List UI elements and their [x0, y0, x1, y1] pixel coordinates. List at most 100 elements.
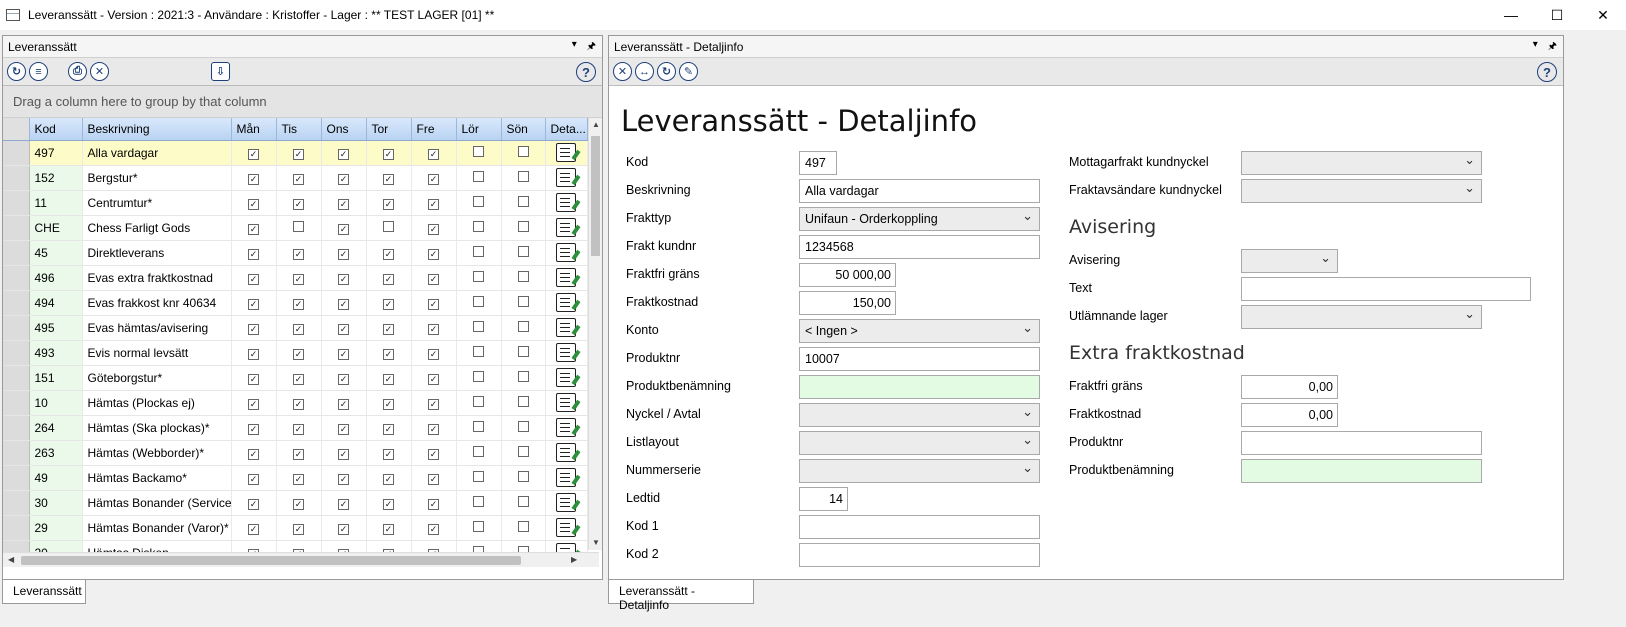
- column-header[interactable]: Beskrivning: [82, 118, 232, 141]
- konto-dropdown[interactable]: < Ingen >: [799, 319, 1040, 343]
- day-checkbox[interactable]: [473, 295, 484, 307]
- day-checkbox[interactable]: [517, 195, 529, 207]
- day-checkbox[interactable]: [473, 520, 484, 532]
- day-checkbox[interactable]: ✓: [293, 273, 304, 285]
- table-row[interactable]: 496 Evas extra fraktkostnad ✓ ✓ ✓ ✓ ✓: [3, 265, 588, 291]
- row-selector[interactable]: [3, 240, 30, 266]
- day-checkbox[interactable]: ✓: [428, 248, 439, 260]
- day-checkbox[interactable]: ✓: [428, 398, 439, 410]
- day-checkbox[interactable]: ✓: [293, 198, 304, 210]
- day-checkbox[interactable]: ✓: [338, 323, 349, 335]
- frakttyp-dropdown[interactable]: Unifaun - Orderkoppling: [799, 207, 1040, 231]
- day-checkbox[interactable]: ✓: [383, 523, 394, 535]
- day-checkbox[interactable]: [517, 520, 529, 532]
- day-checkbox[interactable]: [473, 495, 484, 507]
- cell-kod[interactable]: 45: [29, 240, 83, 266]
- pane-menu-icon[interactable]: ▾: [1533, 39, 1538, 56]
- table-row[interactable]: 495 Evas hämtas/avisering ✓ ✓ ✓ ✓ ✓: [3, 315, 588, 341]
- extra-fraktkostnad-field[interactable]: 0,00: [1241, 403, 1338, 427]
- cell-beskrivning[interactable]: Bergstur*: [82, 165, 232, 191]
- day-checkbox[interactable]: ✓: [338, 223, 349, 235]
- edit-detail-icon[interactable]: [556, 167, 576, 187]
- help-icon[interactable]: ?: [576, 62, 596, 82]
- cell-kod[interactable]: 264: [29, 415, 83, 441]
- day-checkbox[interactable]: ✓: [428, 523, 439, 535]
- horizontal-scrollbar[interactable]: ◀ ▶: [3, 552, 599, 567]
- cell-kod[interactable]: CHE: [29, 215, 83, 241]
- day-checkbox[interactable]: [517, 395, 529, 407]
- day-checkbox[interactable]: ✓: [428, 473, 439, 485]
- cell-kod[interactable]: 11: [29, 190, 83, 216]
- day-checkbox[interactable]: [517, 345, 529, 357]
- split-view-icon[interactable]: ↔: [635, 62, 654, 81]
- row-selector[interactable]: [3, 390, 30, 416]
- day-checkbox[interactable]: ✓: [428, 148, 439, 160]
- day-checkbox[interactable]: [517, 470, 529, 482]
- day-checkbox[interactable]: ✓: [248, 373, 259, 385]
- tab-leveranssatt[interactable]: Leveranssätt: [2, 580, 86, 604]
- day-checkbox[interactable]: ✓: [428, 298, 439, 310]
- avisering-dropdown[interactable]: [1241, 249, 1338, 273]
- excel-export-icon[interactable]: ✕: [90, 62, 109, 81]
- table-row[interactable]: 45 Direktleverans ✓ ✓ ✓ ✓ ✓: [3, 240, 588, 266]
- fraktkostnad-field[interactable]: 150,00: [799, 291, 896, 315]
- day-checkbox[interactable]: ✓: [428, 323, 439, 335]
- pin-icon[interactable]: 🖈: [1548, 39, 1557, 56]
- day-checkbox[interactable]: ✓: [293, 348, 304, 360]
- column-header[interactable]: Tis: [276, 118, 322, 141]
- day-checkbox[interactable]: ✓: [338, 398, 349, 410]
- mottagarfrakt-dropdown[interactable]: [1241, 151, 1482, 175]
- day-checkbox[interactable]: [473, 320, 484, 332]
- day-checkbox[interactable]: ✓: [383, 473, 394, 485]
- day-checkbox[interactable]: [517, 270, 529, 282]
- fraktavsandare-dropdown[interactable]: [1241, 179, 1482, 203]
- day-checkbox[interactable]: ✓: [248, 523, 259, 535]
- day-checkbox[interactable]: [517, 445, 529, 457]
- edit-detail-icon[interactable]: [556, 392, 576, 412]
- day-checkbox[interactable]: [473, 445, 484, 457]
- day-checkbox[interactable]: ✓: [338, 348, 349, 360]
- day-checkbox[interactable]: ✓: [248, 223, 259, 235]
- cell-beskrivning[interactable]: Hämtas (Plockas ej): [82, 390, 232, 416]
- day-checkbox[interactable]: [517, 295, 529, 307]
- fraktfri-grans-field[interactable]: 50 000,00: [799, 263, 896, 287]
- day-checkbox[interactable]: ✓: [293, 498, 304, 510]
- day-checkbox[interactable]: ✓: [248, 423, 259, 435]
- day-checkbox[interactable]: ✓: [293, 173, 304, 185]
- day-checkbox[interactable]: [473, 145, 484, 157]
- table-row[interactable]: 29 Hämtas Bonander (Varor)* ✓ ✓ ✓ ✓ ✓: [3, 515, 588, 541]
- cell-beskrivning[interactable]: Hämtas Bonander (Service): [82, 490, 232, 516]
- text-field[interactable]: [1241, 277, 1531, 301]
- row-selector[interactable]: [3, 415, 30, 441]
- day-checkbox[interactable]: [473, 220, 484, 232]
- table-row[interactable]: 151 Göteborgstur* ✓ ✓ ✓ ✓ ✓: [3, 365, 588, 391]
- day-checkbox[interactable]: ✓: [383, 298, 394, 310]
- day-checkbox[interactable]: [517, 245, 529, 257]
- row-selector[interactable]: [3, 440, 30, 466]
- day-checkbox[interactable]: ✓: [338, 248, 349, 260]
- day-checkbox[interactable]: ✓: [428, 223, 439, 235]
- cell-kod[interactable]: 495: [29, 315, 83, 341]
- day-checkbox[interactable]: ✓: [338, 448, 349, 460]
- day-checkbox[interactable]: ✓: [383, 173, 394, 185]
- day-checkbox[interactable]: ✓: [383, 448, 394, 460]
- cell-beskrivning[interactable]: Chess Farligt Gods: [82, 215, 232, 241]
- close-button[interactable]: ✕: [1580, 0, 1626, 30]
- column-header[interactable]: Kod: [29, 118, 83, 141]
- row-selector[interactable]: [3, 340, 30, 366]
- day-checkbox[interactable]: [517, 495, 529, 507]
- utlamnande-lager-dropdown[interactable]: [1241, 305, 1482, 329]
- pin-detail-icon[interactable]: ✎: [679, 62, 698, 81]
- cell-kod[interactable]: 29: [29, 515, 83, 541]
- edit-detail-icon[interactable]: [556, 242, 576, 262]
- day-checkbox[interactable]: [517, 170, 529, 182]
- day-checkbox[interactable]: [473, 395, 484, 407]
- row-selector[interactable]: [3, 315, 30, 341]
- day-checkbox[interactable]: ✓: [338, 298, 349, 310]
- day-checkbox[interactable]: ✓: [293, 298, 304, 310]
- refresh-icon[interactable]: ↻: [657, 62, 676, 81]
- row-selector[interactable]: [3, 140, 30, 166]
- day-checkbox[interactable]: ✓: [248, 248, 259, 260]
- column-header[interactable]: Lör: [456, 118, 502, 141]
- day-checkbox[interactable]: [473, 270, 484, 282]
